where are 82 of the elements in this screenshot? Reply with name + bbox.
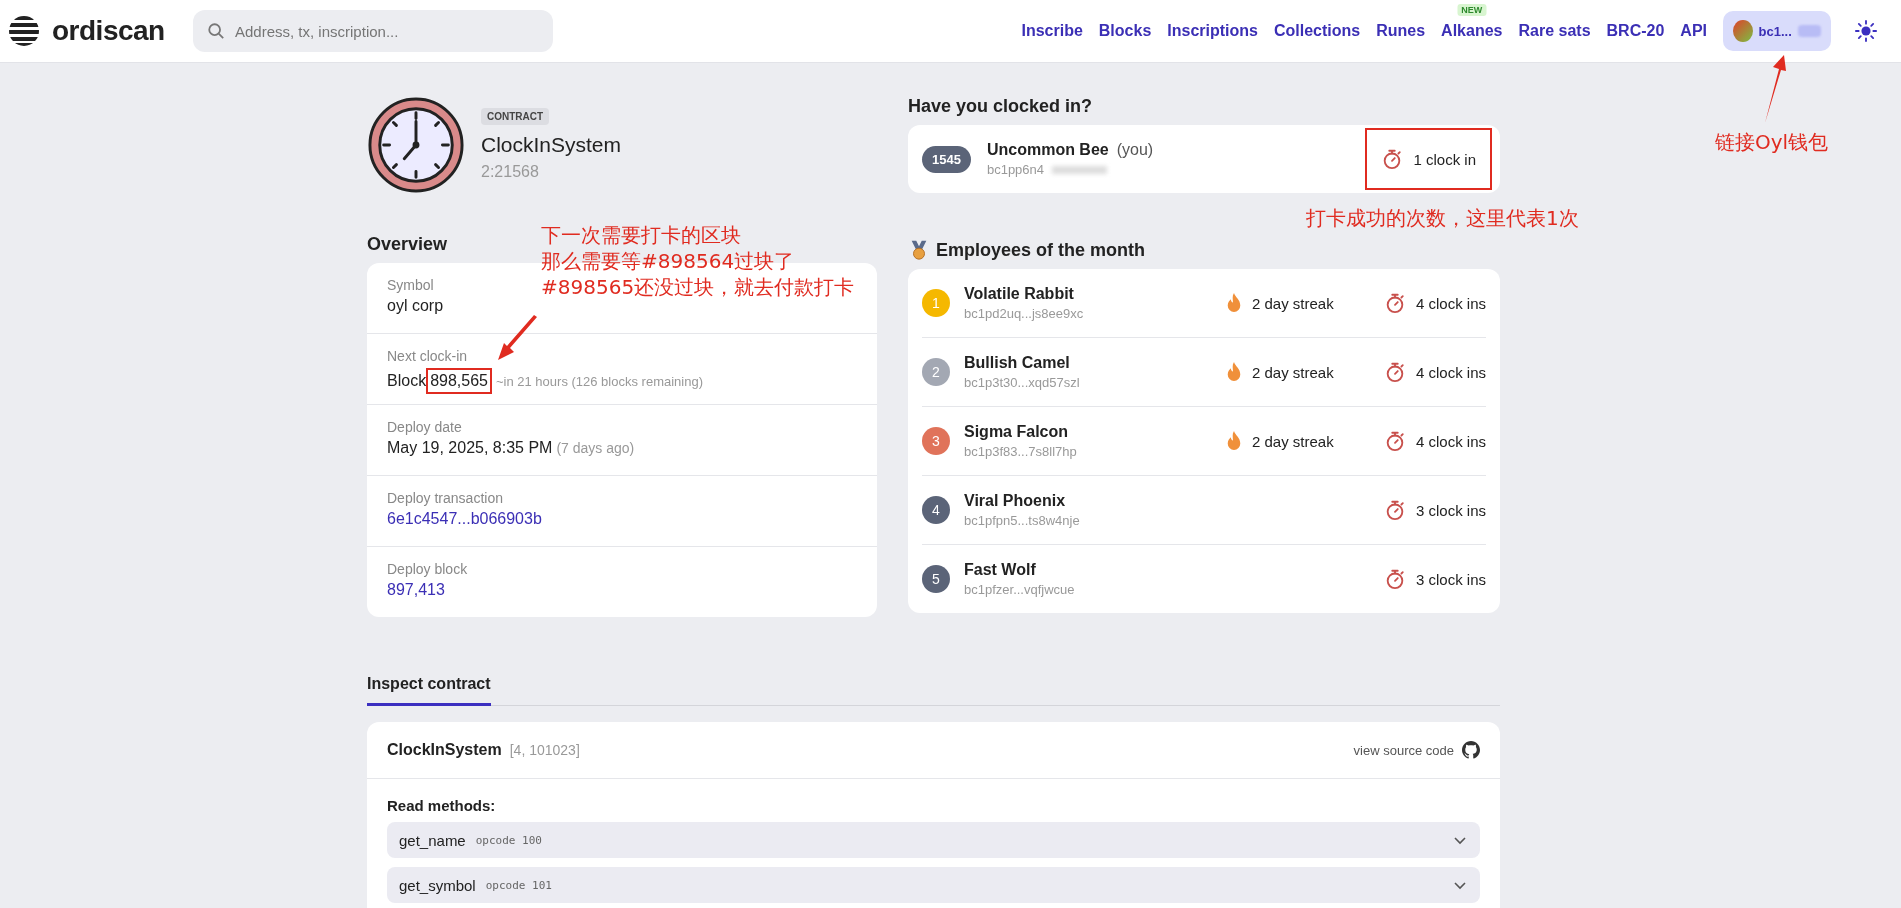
search-field[interactable]: Address, tx, inscription... <box>193 10 553 52</box>
contract-name: ClockInSystem <box>481 133 622 157</box>
contract-badge: CONTRACT <box>481 108 550 125</box>
streak-label: 2 day streak <box>1252 432 1334 450</box>
wall-clock-icon <box>367 96 465 194</box>
rank-badge: 2 <box>922 358 950 386</box>
employee-name: Volatile Rabbit <box>964 285 1075 303</box>
wallet-avatar-icon <box>1733 20 1753 42</box>
sun-icon[interactable] <box>1855 20 1877 42</box>
nav-link[interactable]: BRC-20 <box>1606 22 1665 39</box>
nav-link[interactable]: Collections <box>1273 22 1361 39</box>
clock-in-count: 3 clock ins <box>1415 570 1486 588</box>
rank-badge: 5 <box>922 565 950 593</box>
clock-in-count: 1 clock in <box>1413 150 1476 168</box>
stopwatch-icon <box>1381 148 1404 170</box>
rank-badge: 3 <box>922 427 950 455</box>
github-icon[interactable] <box>1462 741 1480 759</box>
field-label: Deploy transaction <box>387 490 503 506</box>
nav-link[interactable]: Alkanes <box>1441 22 1503 39</box>
field-value: oyl corp <box>387 297 444 315</box>
streak-label: 2 day streak <box>1252 294 1334 312</box>
employee-name: Uncommon Bee <box>986 141 1109 159</box>
wallet-address: bc1p3f83...7s8ll7hp <box>964 444 1078 459</box>
field-label: Deploy date <box>387 419 462 435</box>
field-value: May 19, 2025, 8:35 PM <box>387 439 553 457</box>
wallet-address: bc1pp6n4 <box>986 162 1045 177</box>
clock-in-count: 3 clock ins <box>1415 501 1486 519</box>
tab[interactable]: Inspect contract <box>367 665 491 706</box>
annotation-text: 打卡成功的次数，这里代表1次 <box>1306 205 1579 231</box>
annotation-text: 下一次需要打卡的区块 那么需要等#898564过块了 #898565还没过块，就去付款打卡 <box>541 222 855 300</box>
nav-link[interactable]: Blocks <box>1098 22 1152 39</box>
field-label: Symbol <box>387 277 434 293</box>
field-note: ~in 21 hours (126 blocks remaining) <box>495 374 703 389</box>
field-note: (7 days ago) <box>556 440 635 456</box>
clock-in-count: 4 clock ins <box>1415 432 1486 450</box>
rank-badge: 1 <box>922 289 950 317</box>
section-title: Employees of the month <box>936 239 1146 261</box>
site-logo-text[interactable]: ordiscan <box>52 15 165 47</box>
wallet-address: bc1p3t30...xqd57szl <box>964 375 1081 390</box>
flame-icon <box>1226 361 1242 383</box>
field-value: Block <box>387 372 427 390</box>
field-label: Next clock-in <box>387 348 468 364</box>
annotation-arrow <box>497 315 539 361</box>
nav-link[interactable]: API <box>1680 22 1707 39</box>
nav-link[interactable]: Rare sats <box>1518 22 1591 39</box>
wallet-button[interactable]: bc1... <box>1723 11 1831 51</box>
employee-name: Fast Wolf <box>964 561 1037 579</box>
clock-in-count: 4 clock ins <box>1415 363 1486 381</box>
flame-icon <box>1226 430 1242 452</box>
nav-link[interactable]: Inscriptions <box>1167 22 1258 39</box>
field-label: Deploy block <box>387 561 468 577</box>
source-code-link[interactable]: view source code <box>1353 742 1454 758</box>
striped-globe-logo-icon[interactable] <box>8 15 40 47</box>
method-row[interactable]: get_name opcode 100 <box>387 822 1480 858</box>
contract-ids: [4, 101023] <box>509 742 580 758</box>
section-title: Overview <box>367 234 448 255</box>
rank-badge: 4 <box>922 496 950 524</box>
method-row[interactable]: get_symbol opcode 101 <box>387 867 1480 903</box>
wallet-address: bc1pfzer...vqfjwcue <box>964 582 1076 597</box>
contract-id: 2:21568 <box>481 163 540 181</box>
new-badge: NEW <box>1457 4 1487 16</box>
field-link[interactable]: 6e1c4547...b066903b <box>387 510 542 528</box>
flame-icon <box>1226 292 1242 314</box>
section-title: Have you clocked in? <box>908 96 1093 117</box>
wallet-address: bc1pfpn5...ts8w4nje <box>964 513 1081 528</box>
blurred-address-icon <box>1052 165 1108 174</box>
annotation-text: 链接Oyl钱包 <box>1715 129 1829 155</box>
nav-link[interactable]: Inscribe <box>1021 22 1083 39</box>
you-label: (you) <box>1116 141 1154 159</box>
clock-in-count: 4 clock ins <box>1415 294 1486 312</box>
contract-name: ClockInSystem <box>387 741 502 758</box>
streak-label: 2 day streak <box>1252 363 1334 381</box>
block-number-link[interactable]: 898,565 <box>426 368 492 394</box>
employee-name: Viral Phoenix <box>964 492 1067 510</box>
blurred-address-icon <box>1797 25 1821 37</box>
nav-link[interactable]: Runes <box>1376 22 1426 39</box>
field-link[interactable]: 897,413 <box>387 581 445 599</box>
employee-name: Bullish Camel <box>964 354 1071 372</box>
section-title: Read methods: <box>387 797 497 814</box>
rank-badge: 1545 <box>922 145 971 173</box>
employee-name: Sigma Falcon <box>964 423 1070 441</box>
wallet-address: bc1pd2uq...js8ee9xc <box>964 306 1085 321</box>
